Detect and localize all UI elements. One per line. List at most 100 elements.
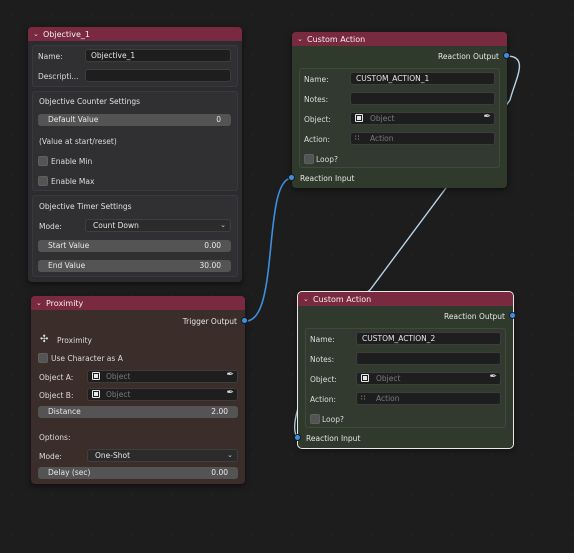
grid-dot (12, 414, 13, 415)
grid-dot (292, 414, 293, 415)
loop-checkbox[interactable] (304, 154, 314, 164)
grid-dot (332, 494, 333, 495)
objective-node-header[interactable]: ⌄ Objective_1 (28, 27, 242, 41)
grid-dot (52, 294, 53, 295)
grid-dot (12, 334, 13, 335)
grid-dot (52, 14, 53, 15)
action1-object-placeholder: Object (370, 114, 395, 123)
grid-dot (532, 214, 533, 215)
eyedropper-icon[interactable]: ✒ (489, 373, 497, 383)
object-icon (92, 372, 100, 380)
description-label: Descripti... (38, 72, 79, 81)
reaction-input-socket[interactable] (288, 174, 295, 181)
object-label: Object: (304, 115, 331, 124)
action1-object-field[interactable]: Object ✒ (350, 112, 495, 125)
timer-mode-value: Count Down (93, 221, 139, 230)
default-value-number: 0 (216, 115, 221, 124)
proximity-node-header[interactable]: ⌄ Proximity (31, 296, 245, 310)
trigger-output-socket[interactable] (241, 317, 248, 324)
end-value-slider[interactable]: End Value 30.00 (38, 260, 231, 272)
objective-node[interactable]: ⌄ Objective_1 Name: Objective_1 Descript… (28, 27, 242, 282)
proximity-mode-dropdown[interactable]: One-Shot ⌄ (87, 449, 238, 462)
reaction-output-socket[interactable] (503, 52, 510, 59)
action1-notes-field[interactable] (350, 92, 495, 105)
eyedropper-icon[interactable]: ✒ (226, 371, 234, 381)
collapse-chevron-icon[interactable]: ⌄ (297, 35, 307, 43)
reaction-output-socket[interactable] (509, 312, 516, 319)
custom-action-1-header[interactable]: ⌄ Custom Action (292, 32, 507, 46)
grid-dot (252, 454, 253, 455)
default-value-label: Default Value (48, 115, 99, 124)
action1-name-field[interactable]: CUSTOM_ACTION_1 (350, 72, 495, 85)
action2-action-field[interactable]: ∷ Action (356, 392, 501, 405)
grid-dot (572, 254, 573, 255)
action2-notes-field[interactable] (356, 352, 501, 365)
loop-checkbox[interactable] (310, 414, 320, 424)
grid-dot (372, 454, 373, 455)
eyedropper-icon[interactable]: ✒ (483, 113, 491, 123)
custom-action-1-node[interactable]: ⌄ Custom Action Reaction Output Name: CU… (288, 32, 510, 188)
grid-dot (172, 14, 173, 15)
object-b-label: Object B: (39, 391, 74, 400)
grid-dot (492, 14, 493, 15)
object-icon (355, 114, 363, 122)
grid-dot (292, 334, 293, 335)
default-value-slider[interactable]: Default Value 0 (38, 114, 231, 126)
grid-dot (572, 534, 573, 535)
collapse-chevron-icon[interactable]: ⌄ (303, 295, 313, 303)
delay-slider[interactable]: Delay (sec) 0.00 (38, 467, 238, 479)
grid-dot (412, 214, 413, 215)
start-value-slider[interactable]: Start Value 0.00 (38, 240, 231, 252)
grid-dot (572, 214, 573, 215)
timer-mode-label: Mode: (39, 222, 62, 231)
grid-dot (292, 254, 293, 255)
object-b-field[interactable]: Object ✒ (87, 388, 238, 401)
grid-dot (292, 374, 293, 375)
grid-dot (532, 174, 533, 175)
action2-object-field[interactable]: Object ✒ (356, 372, 501, 385)
objective-name-field[interactable]: Objective_1 (85, 49, 231, 62)
grid-dot (372, 534, 373, 535)
grid-dot (532, 454, 533, 455)
proximity-icon-label: Proximity (57, 336, 92, 345)
grid-dot (212, 534, 213, 535)
grid-dot (292, 454, 293, 455)
grid-dot (12, 54, 13, 55)
timer-mode-dropdown[interactable]: Count Down ⌄ (85, 219, 231, 232)
grid-dot (252, 374, 253, 375)
object-icon (92, 390, 100, 398)
proximity-mode-label: Mode: (39, 452, 62, 461)
action1-action-field[interactable]: ∷ Action (350, 132, 495, 145)
collapse-chevron-icon[interactable]: ⌄ (36, 299, 46, 307)
proximity-icon: ✣ (40, 334, 49, 345)
timer-settings-title: Objective Timer Settings (39, 202, 132, 211)
grid-dot (12, 14, 13, 15)
objective-node-title: Objective_1 (43, 29, 91, 39)
grid-dot (252, 254, 253, 255)
grid-dot (212, 494, 213, 495)
action2-name-field[interactable]: CUSTOM_ACTION_2 (356, 332, 501, 345)
grid-dot (412, 534, 413, 535)
grid-dot (572, 14, 573, 15)
grid-dot (92, 14, 93, 15)
enable-min-checkbox[interactable] (38, 156, 48, 166)
custom-action-2-node[interactable]: ⌄ Custom Action Reaction Output Name: CU… (294, 291, 516, 449)
chevron-down-icon: ⌄ (220, 221, 226, 229)
custom-action-2-header[interactable]: ⌄ Custom Action (298, 292, 513, 306)
name-label: Name: (38, 52, 63, 61)
grid-dot (452, 454, 453, 455)
distance-slider[interactable]: Distance 2.00 (38, 406, 238, 418)
counter-settings-title: Objective Counter Settings (39, 97, 141, 106)
chevron-down-icon: ⌄ (227, 451, 233, 459)
use-character-checkbox[interactable] (38, 353, 48, 363)
eyedropper-icon[interactable]: ✒ (226, 389, 234, 399)
collapse-chevron-icon[interactable]: ⌄ (33, 30, 43, 38)
grid-dot (52, 494, 53, 495)
object-a-field[interactable]: Object ✒ (87, 370, 238, 383)
proximity-node[interactable]: ⌄ Proximity Trigger Output ✣ Proximity U… (31, 296, 248, 484)
grid-dot (532, 534, 533, 535)
objective-description-field[interactable] (85, 69, 231, 82)
grid-dot (532, 94, 533, 95)
reaction-input-socket[interactable] (294, 434, 301, 441)
enable-max-checkbox[interactable] (38, 176, 48, 186)
